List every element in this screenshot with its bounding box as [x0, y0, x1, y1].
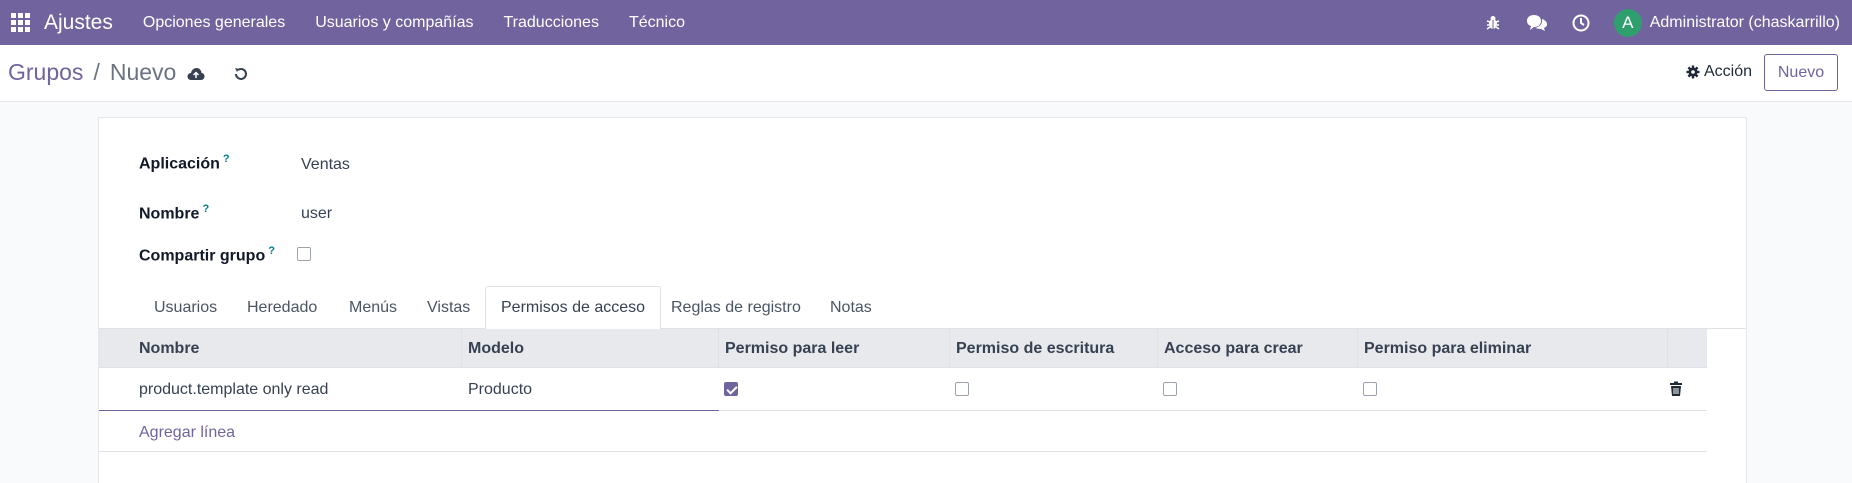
breadcrumb-current: Nuevo — [109, 59, 177, 85]
name-field[interactable]: user — [301, 205, 332, 223]
user-menu-name[interactable]: Administrator (chaskarrillo) — [1650, 14, 1840, 32]
breadcrumb-separator: / — [93, 59, 100, 85]
read-permission-checkbox[interactable] — [724, 382, 738, 396]
menu-opciones-generales[interactable]: Opciones generales — [143, 14, 285, 32]
tab-heredado[interactable]: Heredado — [232, 286, 332, 329]
gear-icon — [1686, 65, 1700, 79]
tab-menus[interactable]: Menús — [334, 286, 412, 329]
help-tooltip-icon[interactable]: ? — [223, 153, 230, 165]
navbar-systray: A Administrator (chaskarrillo) — [1482, 0, 1852, 45]
help-tooltip-icon[interactable]: ? — [268, 245, 275, 257]
menu-usuarios-companias[interactable]: Usuarios y compañías — [315, 14, 473, 32]
column-header-leer[interactable]: Permiso para leer — [719, 329, 950, 368]
chat-bubbles-icon[interactable] — [1526, 12, 1548, 34]
column-header-eliminar[interactable]: Permiso para eliminar — [1358, 329, 1668, 368]
help-tooltip-icon[interactable]: ? — [202, 203, 209, 215]
control-panel: Grupos / Nuevo Acción Nuevo — [0, 45, 1852, 102]
apps-menu-button[interactable] — [0, 0, 40, 45]
breadcrumb: Grupos / Nuevo — [8, 59, 176, 86]
column-header-modelo[interactable]: Modelo — [462, 329, 719, 368]
top-navbar: Ajustes Opciones generales Usuarios y co… — [0, 0, 1852, 45]
action-menu-button[interactable]: Acción — [1686, 63, 1752, 81]
user-avatar[interactable]: A — [1613, 8, 1642, 37]
column-header-crear[interactable]: Acceso para crear — [1158, 329, 1358, 368]
application-field[interactable]: Ventas — [301, 156, 350, 174]
share-group-checkbox[interactable] — [297, 247, 311, 261]
column-header-escritura[interactable]: Permiso de escritura — [950, 329, 1158, 368]
table-row[interactable]: product.template only read Producto — [99, 368, 1707, 411]
add-line-link[interactable]: Agregar línea — [139, 424, 235, 442]
add-line-row — [99, 411, 1707, 452]
delete-permission-checkbox[interactable] — [1363, 382, 1377, 396]
column-header-nombre[interactable]: Nombre — [133, 329, 462, 368]
discard-undo-icon[interactable] — [230, 63, 252, 85]
create-permission-checkbox[interactable] — [1163, 382, 1177, 396]
notebook-tabs: Usuarios Heredado Menús Vistas Permisos … — [99, 286, 1746, 330]
menu-traducciones[interactable]: Traducciones — [503, 14, 598, 32]
write-permission-checkbox[interactable] — [955, 382, 969, 396]
tab-reglas-de-registro[interactable]: Reglas de registro — [656, 286, 816, 329]
table-header: Nombre Modelo Permiso para leer Permiso … — [99, 329, 1707, 368]
tab-permisos-de-acceso[interactable]: Permisos de acceso — [485, 286, 662, 330]
name-label: Nombre? — [139, 203, 210, 223]
trash-icon[interactable] — [1669, 381, 1685, 397]
tab-notas[interactable]: Notas — [815, 286, 887, 329]
debug-bug-icon[interactable] — [1482, 12, 1504, 34]
app-brand[interactable]: Ajustes — [44, 11, 113, 35]
tab-usuarios[interactable]: Usuarios — [139, 286, 232, 329]
apps-grid-icon — [10, 13, 30, 32]
cell-modelo[interactable]: Producto — [462, 368, 719, 411]
breadcrumb-parent[interactable]: Grupos — [8, 59, 83, 86]
clock-activity-icon[interactable] — [1570, 12, 1592, 34]
cell-nombre[interactable]: product.template only read — [133, 368, 462, 411]
share-group-label: Compartir grupo? — [139, 245, 275, 265]
action-label: Acción — [1703, 63, 1752, 80]
save-cloud-icon[interactable] — [185, 63, 207, 85]
new-button[interactable]: Nuevo — [1764, 54, 1838, 91]
form-sheet: Aplicación? Ventas Nombre? user Comparti… — [98, 117, 1747, 483]
menu-tecnico[interactable]: Técnico — [629, 14, 685, 32]
application-label: Aplicación? — [139, 153, 230, 173]
tab-vistas[interactable]: Vistas — [412, 286, 485, 329]
